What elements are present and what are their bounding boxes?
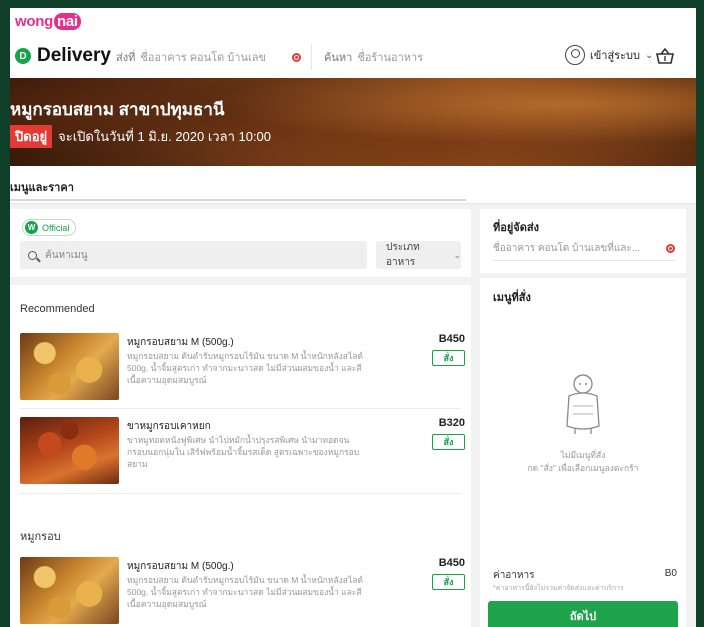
opening-status: ปิดอยู่ จะเปิดในวันที่ 1 มิ.ย. 2020 เวลา…	[10, 125, 271, 148]
order-button[interactable]: สั่ง	[432, 350, 465, 366]
official-icon: W	[25, 221, 38, 234]
restaurant-name: หมูกรอบสยาม สาขาปทุมธานี	[10, 100, 225, 119]
logo-badge: nai	[53, 13, 81, 30]
search-placeholder: ชื่อร้านอาหาร	[357, 52, 424, 64]
menu-item[interactable]: หมูกรอบสยาม M (500g.) หมูกรอบสยาม ต้นตำร…	[20, 557, 465, 625]
section-title-recommended: Recommended	[20, 303, 95, 315]
menu-item-price: B450	[438, 333, 465, 345]
menu-item-name: ขาหมูกรอบเคาหยก	[127, 421, 211, 432]
tab-bar: เมนูและราคา	[10, 166, 696, 204]
wongnai-logo[interactable]: wong nai	[15, 13, 81, 30]
pork-leg-photo	[20, 417, 119, 484]
official-label: Official	[42, 222, 70, 233]
delivery-location-input[interactable]: ส่งที่ ชื่ออาคาร คอนโด บ้านเลข	[116, 44, 312, 70]
opening-time-text: จะเปิดในวันที่ 1 มิ.ย. 2020 เวลา 10:00	[58, 129, 272, 144]
official-badge: W Official	[22, 219, 77, 236]
item-divider	[20, 493, 461, 494]
tab-menu-and-price[interactable]: เมนูและราคา	[10, 178, 74, 196]
brand-name: Delivery	[37, 45, 111, 66]
chevron-down-icon: ⌄	[644, 49, 654, 61]
delivery-address-placeholder: ชื่ออาคาร คอนโด บ้านเลขที่และ...	[493, 243, 641, 254]
food-cost-note: *ค่าอาหารนี้ยังไม่รวมค่าจัดส่งและค่าบริก…	[493, 585, 624, 592]
menu-item[interactable]: หมูกรอบสยาม M (500g.) หมูกรอบสยาม ต้นตำร…	[20, 333, 465, 401]
chevron-down-icon: ⌄	[453, 249, 461, 260]
item-divider	[20, 408, 461, 409]
order-button[interactable]: สั่ง	[432, 434, 465, 450]
category-select-label: ประเภทอาหาร	[386, 242, 420, 268]
delivery-mark-icon: D	[15, 48, 31, 64]
app-frame: wong nai D Delivery ส่งที่ ชื่ออาคาร คอนโ…	[10, 8, 696, 627]
empty-order-hint: กด "สั่ง" เพื่อเลือกเมนูลงตะกร้า	[527, 463, 639, 473]
food-cost-row: ค่าอาหาร B0	[493, 568, 677, 583]
menu-item-name: หมูกรอบสยาม M (500g.)	[127, 337, 234, 348]
order-button[interactable]: สั่ง	[432, 574, 465, 590]
category-select[interactable]: ประเภทอาหาร ⌄	[376, 241, 461, 269]
restaurant-hero-banner: หมูกรอบสยาม สาขาปทุมธานี ปิดอยู่ จะเปิดใ…	[10, 78, 696, 166]
section-title-crispy-pork: หมูกรอบ	[20, 531, 61, 543]
menu-item[interactable]: ขาหมูกรอบเคาหยก ขาหมูทอดหนังฟูพิเศษ นำไป…	[20, 417, 465, 485]
search-prefix: ค้นหา	[324, 52, 353, 64]
empty-cart-mascot-icon	[566, 374, 600, 434]
menu-item-description: หมูกรอบสยาม ต้นตำรับหมูกรอบไร้มัน ขนาด M…	[127, 351, 363, 385]
closed-badge: ปิดอยู่	[10, 125, 53, 148]
delivery-address-title: ที่อยู่จัดส่ง	[493, 222, 539, 234]
search-icon	[28, 250, 37, 260]
delivery-address-card: ที่อยู่จัดส่ง ชื่ออาคาร คอนโด บ้านเลขที่…	[480, 209, 686, 273]
restaurant-search-input[interactable]: ค้นหา ชื่อร้านอาหาร	[324, 44, 544, 70]
user-icon	[565, 45, 585, 65]
food-cost-label: ค่าอาหาร	[493, 570, 535, 581]
menu-search-input[interactable]: ค้นหาเมนู	[20, 241, 367, 269]
next-button[interactable]: ถัดไป	[488, 601, 678, 627]
menu-item-description: ขาหมูทอดหนังฟูพิเศษ นำไปหมักน้ำปรุงรสพิเ…	[127, 435, 360, 469]
crispy-pork-photo	[20, 333, 119, 400]
menu-item-price: B320	[438, 417, 465, 429]
food-cost-value: B0	[664, 568, 677, 579]
menu-search-placeholder: ค้นหาเมนู	[45, 249, 88, 261]
top-bar: wong nai D Delivery ส่งที่ ชื่ออาคาร คอนโ…	[10, 8, 696, 78]
location-prefix: ส่งที่	[116, 52, 136, 64]
section-separator	[10, 277, 471, 285]
order-summary-card: เมนูที่สั่ง ไม่มีเมนูที่สั่ง กด "สั่ง" เ…	[480, 278, 686, 627]
login-label: เข้าสู่ระบบ	[590, 50, 640, 62]
location-placeholder: ชื่ออาคาร คอนโด บ้านเลข	[140, 52, 266, 64]
menu-item-description: หมูกรอบสยาม ต้นตำรับหมูกรอบไร้มัน ขนาด M…	[127, 575, 363, 609]
menu-item-name: หมูกรอบสยาม M (500g.)	[127, 561, 234, 572]
crispy-pork-photo	[20, 557, 119, 624]
menu-panel: W Official ค้นหาเมนู ประเภทอาหาร ⌄ Recom…	[10, 209, 471, 627]
delivery-brand[interactable]: D Delivery	[15, 45, 111, 67]
menu-item-price: B450	[438, 557, 465, 569]
login-button[interactable]: เข้าสู่ระบบ ⌄	[565, 45, 653, 65]
tab-underline	[10, 199, 466, 201]
logo-text: wong	[15, 13, 53, 30]
empty-order-text: ไม่มีเมนูที่สั่ง	[560, 450, 606, 460]
location-pin-icon[interactable]	[292, 52, 301, 62]
basket-icon[interactable]	[655, 47, 675, 65]
delivery-address-input[interactable]: ชื่ออาคาร คอนโด บ้านเลขที่และ...	[493, 237, 675, 261]
order-title: เมนูที่สั่ง	[493, 292, 531, 304]
location-pin-icon[interactable]	[666, 244, 675, 253]
